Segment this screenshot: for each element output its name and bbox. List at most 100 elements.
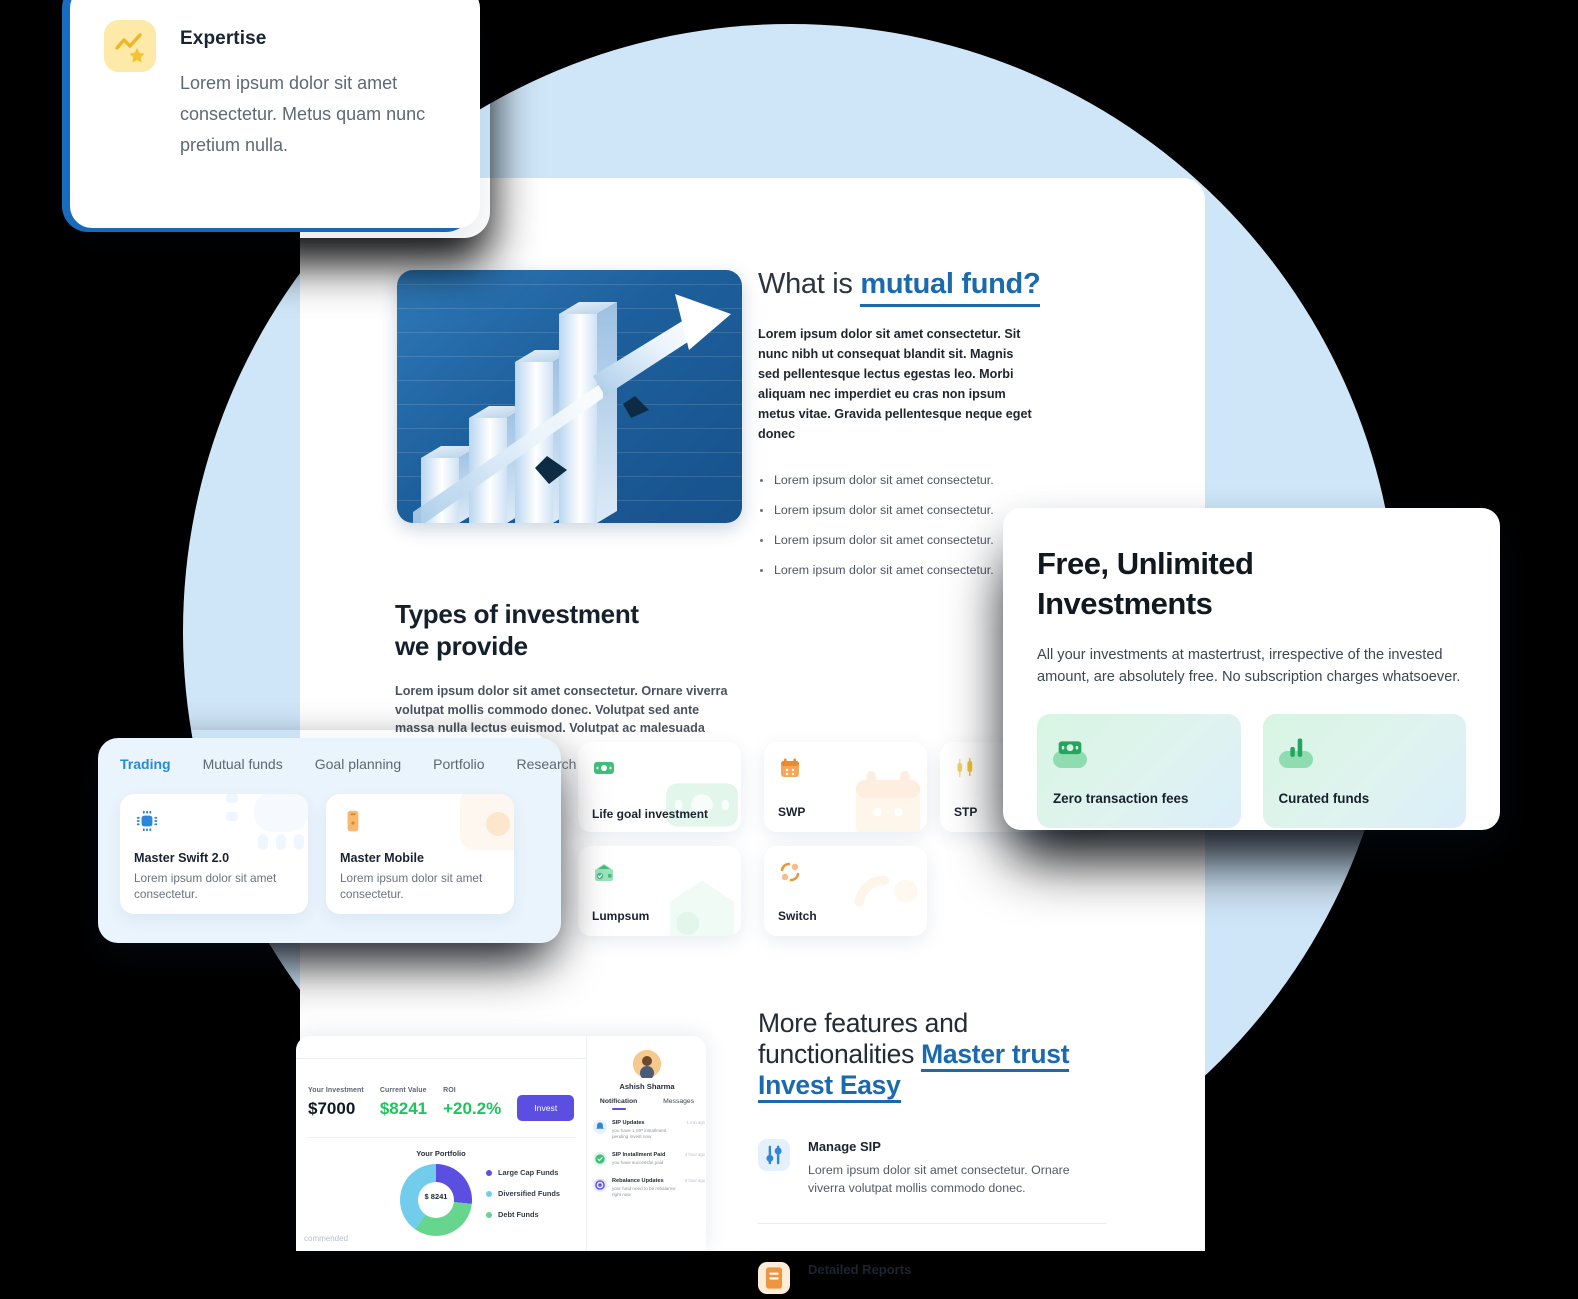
expertise-title: Expertise <box>180 28 267 49</box>
types-heading-line1: Types of investment <box>395 599 639 629</box>
list-item[interactable]: SIP Updates you have 1 SIP installment p… <box>593 1120 705 1140</box>
list-item: Lorem ipsum dolor sit amet consectetur. <box>758 472 1058 489</box>
legend-swatch <box>486 1211 492 1218</box>
tab-notification[interactable]: Notification <box>600 1098 637 1110</box>
decorative-shape <box>460 794 514 850</box>
tab-goal-planning[interactable]: Goal planning <box>315 756 401 772</box>
kpi-your-investment: Your Investment $7000 <box>308 1087 364 1119</box>
kpi-label: Your Investment <box>308 1087 364 1094</box>
more-features-section: More features and functionalities Master… <box>758 1008 1108 1294</box>
tile-label: STP <box>954 805 977 820</box>
tile-label-text: Switch <box>778 909 817 923</box>
more-features-heading: More features and functionalities Master… <box>758 1008 1108 1103</box>
free-tile-curated-funds[interactable]: Curated funds <box>1262 714 1466 828</box>
feature-divider <box>758 1223 1106 1224</box>
free-heading-line1: Free, Unlimited <box>1037 546 1254 581</box>
donut-legend: Large Cap Funds Diversified Funds Debt F… <box>486 1168 560 1231</box>
kpi-row: Your Investment $7000 Current Value $824… <box>296 1059 586 1121</box>
tile-label-text: Lumpsum <box>592 909 650 923</box>
legend-item: Debt Funds <box>486 1210 560 1219</box>
feature-detailed-reports: Detailed Reports <box>758 1262 1108 1294</box>
tab-portfolio[interactable]: Portfolio <box>433 756 484 772</box>
bell-icon <box>593 1120 607 1134</box>
divider <box>306 1137 576 1138</box>
types-heading: Types of investment we provide <box>395 598 740 662</box>
dashboard-right-panel: Ashish Sharma Notification Messages SIP … <box>586 1036 706 1251</box>
kpi-current-value: Current Value $8241 <box>380 1087 427 1119</box>
product-card-master-swift[interactable]: Master Swift 2.0 Lorem ipsum dolor sit a… <box>120 794 308 914</box>
calendar-icon <box>781 758 799 777</box>
notification-tabs: Notification Messages <box>587 1098 706 1110</box>
check-icon <box>593 1152 607 1166</box>
feature-desc: Lorem ipsum dolor sit amet consectetur. … <box>808 1163 1070 1195</box>
legend-label: Diversified Funds <box>498 1189 561 1198</box>
mutual-fund-paragraph: Lorem ipsum dolor sit amet consectetur. … <box>758 327 1032 441</box>
tab-mutual-funds[interactable]: Mutual funds <box>203 756 283 772</box>
bar-chart-icon <box>1278 738 1313 768</box>
tile-label: Lumpsum <box>592 909 649 924</box>
decorative-shape <box>226 794 308 850</box>
legend-item: Diversified Funds <box>486 1189 560 1198</box>
tile-label-text: Life goal investment <box>592 807 709 821</box>
kpi-label: ROI <box>443 1087 456 1094</box>
recommended-label: commended <box>304 1234 349 1243</box>
list-item[interactable]: Rebalance Updates your fund need to be r… <box>593 1178 705 1198</box>
product-card-master-mobile[interactable]: Master Mobile Lorem ipsum dolor sit amet… <box>326 794 514 914</box>
mutual-fund-heading: What is mutual fund? <box>758 266 1058 307</box>
kpi-value: $8241 <box>379 1099 428 1118</box>
notification-sub: you have successful paid <box>612 1160 664 1165</box>
free-card-tiles: Zero transaction fees Curated funds <box>1037 714 1466 828</box>
sliders-icon <box>758 1139 790 1171</box>
kpi-roi: ROI +20.2% <box>443 1087 501 1119</box>
expertise-body: Lorem ipsum dolor sit amet consectetur. … <box>180 73 426 155</box>
cash-icon <box>594 762 614 774</box>
portfolio-title: Your Portfolio <box>416 1149 466 1158</box>
product-desc: Lorem ipsum dolor sit amet consectetur. <box>340 871 483 901</box>
tile-label: Life goal investment <box>592 807 708 822</box>
kpi-label: Current Value <box>379 1087 427 1094</box>
free-tile-zero-transaction-fees[interactable]: Zero transaction fees <box>1037 714 1241 828</box>
tile-lumpsum[interactable]: Lumpsum <box>578 846 741 936</box>
kpi-value: +20.2% <box>443 1099 502 1118</box>
feature-title: Manage SIP <box>808 1139 881 1154</box>
kpi-value: $7000 <box>308 1099 356 1118</box>
tile-life-goal-investment[interactable]: Life goal investment <box>578 742 741 832</box>
notification-age: 1 min ago <box>686 1120 705 1125</box>
dashboard-mockup: Your Investment $7000 Current Value $824… <box>296 1036 706 1251</box>
bar-chart-3d-graphic <box>413 294 731 523</box>
tab-trading[interactable]: Trading <box>120 756 171 772</box>
expertise-card: Expertise Lorem ipsum dolor sit amet con… <box>70 0 480 228</box>
tab-messages[interactable]: Messages <box>663 1098 694 1110</box>
report-icon <box>758 1262 790 1294</box>
product-desc: Lorem ipsum dolor sit amet consectetur. <box>134 871 277 901</box>
trading-tabs: Trading Mutual funds Goal planning Portf… <box>120 756 576 772</box>
stage: What is mutual fund? Lorem ipsum dolor s… <box>0 0 1578 1294</box>
tile-label-text: STP <box>954 805 978 819</box>
types-heading-line2: we provide <box>395 631 528 661</box>
switch-arrows-icon <box>780 862 800 882</box>
legend-swatch <box>486 1169 492 1176</box>
tile-swp[interactable]: SWP <box>764 742 927 832</box>
notification-title: SIP Installment Paid <box>612 1152 666 1158</box>
legend-label: Debt Funds <box>498 1210 539 1219</box>
trading-tabs-card: Trading Mutual funds Goal planning Portf… <box>98 738 576 943</box>
wallet-check-icon <box>595 864 613 881</box>
list-item[interactable]: SIP Installment Paid you have successful… <box>593 1152 705 1166</box>
tile-switch[interactable]: Switch <box>764 846 927 936</box>
chart-star-icon <box>104 20 156 72</box>
mutual-fund-hero-image <box>397 270 742 523</box>
invest-button[interactable]: Invest <box>517 1095 575 1121</box>
tab-research[interactable]: Research <box>517 756 577 772</box>
more-heading-line2: functionalities <box>758 1039 922 1069</box>
notification-title: Rebalance Updates <box>612 1178 664 1184</box>
notification-title: SIP Updates <box>612 1120 645 1126</box>
free-card-heading: Free, Unlimited Investments <box>1037 544 1466 624</box>
heading-plain: What is <box>758 268 861 300</box>
chip-icon <box>134 810 160 838</box>
free-card-body: All your investments at mastertrust, irr… <box>1037 647 1461 685</box>
refresh-icon <box>593 1178 607 1192</box>
cash-icon <box>1053 741 1087 768</box>
avatar <box>633 1050 661 1080</box>
free-tile-label: Curated funds <box>1278 791 1370 806</box>
tile-label-text: SWP <box>778 805 806 819</box>
